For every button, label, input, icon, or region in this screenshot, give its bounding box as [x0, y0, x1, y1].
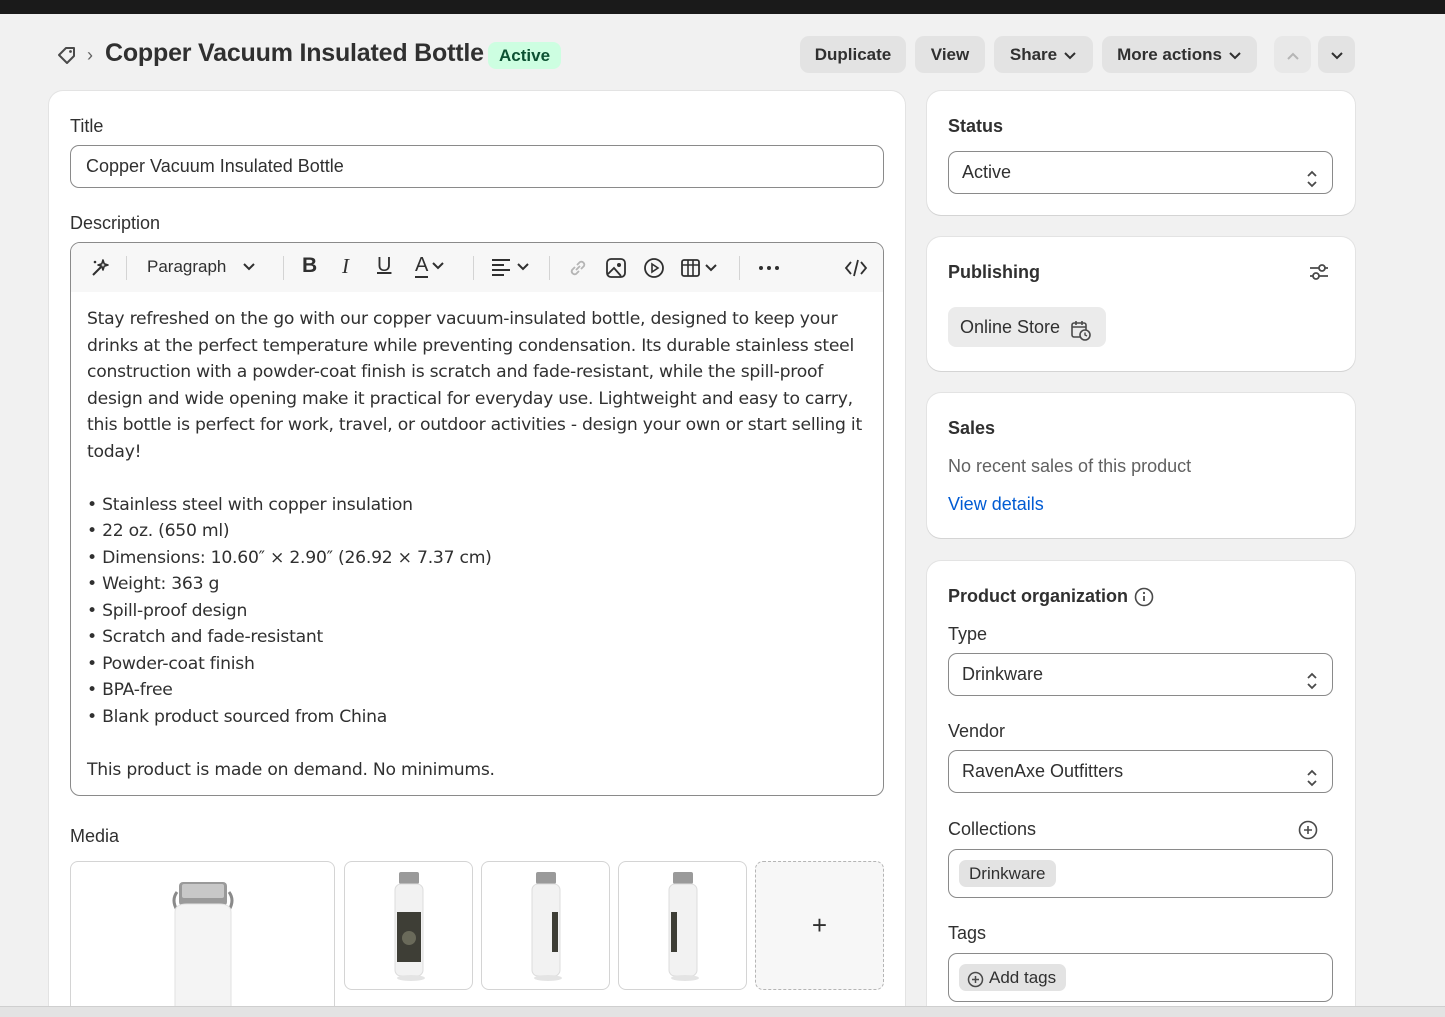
- channel-label: Online Store: [960, 317, 1061, 337]
- vendor-select[interactable]: RavenAxe Outfitters: [948, 750, 1333, 793]
- share-label: Share: [1009, 45, 1058, 64]
- view-details-link[interactable]: View details: [948, 494, 1044, 515]
- tags-label: Tags: [948, 923, 987, 943]
- publishing-card: Publishing Online Store: [927, 237, 1355, 371]
- media-label: Media: [70, 826, 120, 846]
- chevron-down-icon: [242, 257, 256, 276]
- status-title: Status: [948, 116, 1004, 136]
- calendar-clock-icon: [1070, 316, 1092, 356]
- chevron-down-icon: [1228, 37, 1242, 74]
- info-icon[interactable]: [1133, 586, 1155, 613]
- code-view-icon[interactable]: [844, 257, 868, 283]
- sales-card: Sales No recent sales of this product Vi…: [927, 393, 1355, 538]
- product-organization-card: Product organization Type Drinkware Vend…: [927, 561, 1355, 1017]
- type-label: Type: [948, 624, 988, 644]
- add-collection-icon[interactable]: [1297, 819, 1319, 846]
- collection-chip[interactable]: Drinkware: [959, 860, 1056, 887]
- media-thumbnail[interactable]: [618, 861, 747, 990]
- bottom-bar: [0, 1006, 1445, 1017]
- type-select-value: Drinkware: [962, 664, 1044, 684]
- align-left-icon[interactable]: [491, 258, 531, 284]
- more-options-icon[interactable]: [757, 257, 781, 283]
- more-actions-button[interactable]: More actions: [1102, 36, 1257, 73]
- more-actions-label: More actions: [1117, 45, 1222, 64]
- collections-input[interactable]: Drinkware: [948, 849, 1333, 898]
- title-input-value: Copper Vacuum Insulated Bottle: [86, 156, 344, 176]
- online-store-channel[interactable]: Online Store: [948, 307, 1106, 347]
- share-button[interactable]: Share: [994, 36, 1093, 73]
- italic-icon[interactable]: I: [342, 254, 349, 280]
- tag-icon[interactable]: [55, 44, 79, 66]
- status-select[interactable]: Active: [948, 151, 1333, 194]
- underline-icon[interactable]: U: [377, 254, 391, 280]
- product-organization-title: Product organization: [948, 586, 1128, 606]
- table-icon[interactable]: [680, 257, 720, 283]
- tags-input[interactable]: Add tags: [948, 953, 1333, 1002]
- bullet-item: • Weight: 363 g: [87, 574, 220, 594]
- title-label: Title: [70, 116, 104, 136]
- description-label: Description: [70, 213, 161, 233]
- image-icon[interactable]: [605, 257, 627, 283]
- bullet-item: • Stainless steel with copper insulation: [87, 494, 413, 515]
- view-label: View: [930, 45, 970, 64]
- vendor-select-value: RavenAxe Outfitters: [962, 761, 1124, 781]
- media-thumbnail[interactable]: [344, 861, 473, 990]
- bullet-item: • BPA-free: [87, 680, 173, 700]
- select-arrows-icon: [1306, 762, 1318, 786]
- duplicate-label: Duplicate: [814, 45, 892, 64]
- add-tags-button[interactable]: Add tags: [959, 964, 1067, 991]
- text-color-icon[interactable]: A: [415, 254, 445, 280]
- link-icon[interactable]: [567, 257, 589, 283]
- product-details-card: Title Copper Vacuum Insulated Bottle Des…: [49, 91, 905, 1017]
- collections-label: Collections: [948, 819, 1037, 839]
- editor-toolbar: Paragraph B I U A: [71, 243, 883, 292]
- bullet-item: • Dimensions: 10.60″ × 2.90″ (26.92 × 7.…: [87, 547, 492, 568]
- media-main-image[interactable]: [70, 861, 335, 1017]
- breadcrumb-chevron-icon: ›: [87, 45, 93, 65]
- bold-icon[interactable]: B: [302, 254, 317, 280]
- paragraph-format-dropdown[interactable]: Paragraph: [147, 257, 256, 283]
- magic-wand-icon[interactable]: [89, 255, 111, 281]
- description-text[interactable]: Stay refreshed on the go with our copper…: [87, 306, 872, 783]
- next-product-button[interactable]: [1318, 36, 1355, 73]
- status-select-value: Active: [962, 162, 1012, 182]
- type-select[interactable]: Drinkware: [948, 653, 1333, 696]
- title-input[interactable]: Copper Vacuum Insulated Bottle: [70, 145, 884, 188]
- sales-title: Sales: [948, 418, 996, 438]
- description-closing: This product is made on demand. No minim…: [87, 759, 495, 780]
- bullet-item: • Spill-proof design: [87, 600, 248, 621]
- publishing-title: Publishing: [948, 262, 1040, 282]
- sales-empty-text: No recent sales of this product: [948, 456, 1192, 476]
- description-editor[interactable]: Paragraph B I U A Stay refreshed on the …: [70, 242, 884, 796]
- previous-product-button[interactable]: [1274, 36, 1311, 73]
- paragraph-label: Paragraph: [147, 257, 227, 276]
- bullet-item: • 22 oz. (650 ml): [87, 521, 230, 541]
- chevron-down-icon: [1063, 37, 1077, 74]
- settings-sliders-icon[interactable]: [1308, 261, 1330, 288]
- top-bar: [0, 0, 1445, 14]
- add-media-plus-icon: +: [811, 910, 828, 940]
- chevron-up-icon: [1286, 45, 1300, 64]
- status-card: Status Active: [927, 91, 1355, 215]
- description-intro: Stay refreshed on the go with our copper…: [87, 309, 862, 462]
- select-arrows-icon: [1306, 163, 1318, 187]
- bullet-item: • Blank product sourced from China: [87, 706, 388, 727]
- media-thumbnail[interactable]: [481, 861, 610, 990]
- add-tags-label: Add tags: [989, 968, 1057, 987]
- vendor-label: Vendor: [948, 721, 1006, 741]
- add-media-button[interactable]: +: [755, 861, 884, 990]
- page-title: Copper Vacuum Insulated Bottle: [105, 39, 484, 67]
- view-button[interactable]: View: [915, 36, 985, 73]
- video-icon[interactable]: [643, 257, 665, 283]
- select-arrows-icon: [1306, 665, 1318, 689]
- status-badge: Active: [488, 42, 562, 69]
- bullet-item: • Scratch and fade-resistant: [87, 627, 324, 647]
- page-header: › Copper Vacuum Insulated Bottle Active …: [55, 36, 1355, 74]
- chevron-down-icon: [1330, 45, 1344, 64]
- duplicate-button[interactable]: Duplicate: [800, 36, 906, 73]
- plus-circle-icon: [967, 969, 984, 996]
- bullet-item: • Powder-coat finish: [87, 653, 255, 674]
